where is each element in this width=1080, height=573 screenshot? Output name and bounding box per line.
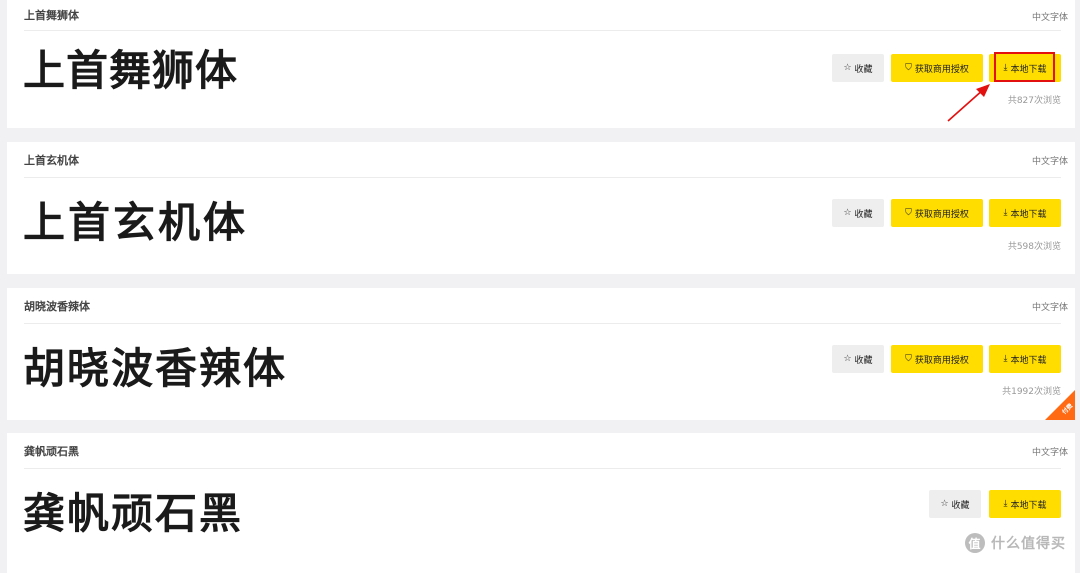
font-card: 上首玄机体 中文字体 上首玄机体 ☆ 收藏 ⛉ 获取商用授权 ⤓ 本地下载 共5…	[7, 142, 1075, 274]
favorite-label: 收藏	[854, 209, 873, 220]
favorite-button[interactable]: ☆ 收藏	[832, 345, 884, 373]
font-sample[interactable]: 上首舞狮体	[23, 50, 238, 92]
font-card: 龚帆顽石黑 中文字体 龚帆顽石黑 ☆ 收藏 ⤓ 本地下载	[7, 433, 1075, 573]
license-label: 获取商用授权	[914, 355, 969, 366]
favorite-label: 收藏	[854, 64, 873, 75]
favorite-label: 收藏	[951, 500, 970, 511]
font-card: 胡晓波香辣体 中文字体 胡晓波香辣体 ☆ 收藏 ⛉ 获取商用授权 ⤓ 本地下载 …	[7, 288, 1075, 420]
download-label: 本地下载	[1010, 209, 1047, 220]
font-card: 上首舞狮体 中文字体 上首舞狮体 ☆ 收藏 ⛉ 获取商用授权 ⤓ 本地下载 共8…	[7, 0, 1075, 128]
download-button[interactable]: ⤓ 本地下载	[989, 54, 1061, 82]
star-icon: ☆	[940, 498, 949, 509]
font-title[interactable]: 胡晓波香辣体	[24, 298, 90, 314]
star-icon: ☆	[843, 207, 852, 218]
star-icon: ☆	[843, 62, 852, 73]
watermark-logo-icon: 值	[965, 533, 985, 553]
font-title[interactable]: 上首舞狮体	[24, 7, 79, 23]
view-count: 共827次浏览	[1007, 96, 1061, 106]
font-category: 中文字体	[1031, 13, 1068, 23]
divider	[24, 177, 1061, 178]
download-button[interactable]: ⤓ 本地下载	[989, 490, 1061, 518]
download-label: 本地下载	[1010, 500, 1047, 511]
font-category: 中文字体	[1031, 303, 1068, 313]
license-button[interactable]: ⛉ 获取商用授权	[891, 345, 983, 373]
favorite-button[interactable]: ☆ 收藏	[832, 54, 884, 82]
star-icon: ☆	[843, 353, 852, 364]
download-icon: ⤓	[1003, 62, 1008, 73]
watermark-text: 什么值得买	[991, 536, 1066, 552]
download-icon: ⤓	[1003, 207, 1008, 218]
font-sample[interactable]: 胡晓波香辣体	[23, 348, 287, 390]
favorite-button[interactable]: ☆ 收藏	[929, 490, 981, 518]
divider	[24, 30, 1061, 31]
divider	[24, 468, 1061, 469]
download-button[interactable]: ⤓ 本地下载	[989, 199, 1061, 227]
download-icon: ⤓	[1003, 353, 1008, 364]
font-category: 中文字体	[1031, 157, 1068, 167]
favorite-label: 收藏	[854, 355, 873, 366]
download-label: 本地下载	[1010, 355, 1047, 366]
font-title[interactable]: 龚帆顽石黑	[24, 443, 79, 459]
shield-icon: ⛉	[905, 353, 912, 364]
license-button[interactable]: ⛉ 获取商用授权	[891, 199, 983, 227]
font-sample[interactable]: 龚帆顽石黑	[23, 493, 243, 535]
shield-icon: ⛉	[905, 207, 912, 218]
shield-icon: ⛉	[905, 62, 912, 73]
view-count: 共598次浏览	[1007, 242, 1061, 252]
license-label: 获取商用授权	[914, 64, 969, 75]
license-button[interactable]: ⛉ 获取商用授权	[891, 54, 983, 82]
font-sample[interactable]: 上首玄机体	[23, 202, 248, 244]
font-category: 中文字体	[1031, 448, 1068, 458]
watermark: 值 什么值得买	[965, 533, 1066, 553]
download-button[interactable]: ⤓ 本地下载	[989, 345, 1061, 373]
download-label: 本地下载	[1010, 64, 1047, 75]
divider	[24, 323, 1061, 324]
favorite-button[interactable]: ☆ 收藏	[832, 199, 884, 227]
download-icon: ⤓	[1003, 498, 1008, 509]
font-title[interactable]: 上首玄机体	[24, 152, 79, 168]
license-label: 获取商用授权	[914, 209, 969, 220]
paid-badge: 付费	[1045, 390, 1075, 420]
